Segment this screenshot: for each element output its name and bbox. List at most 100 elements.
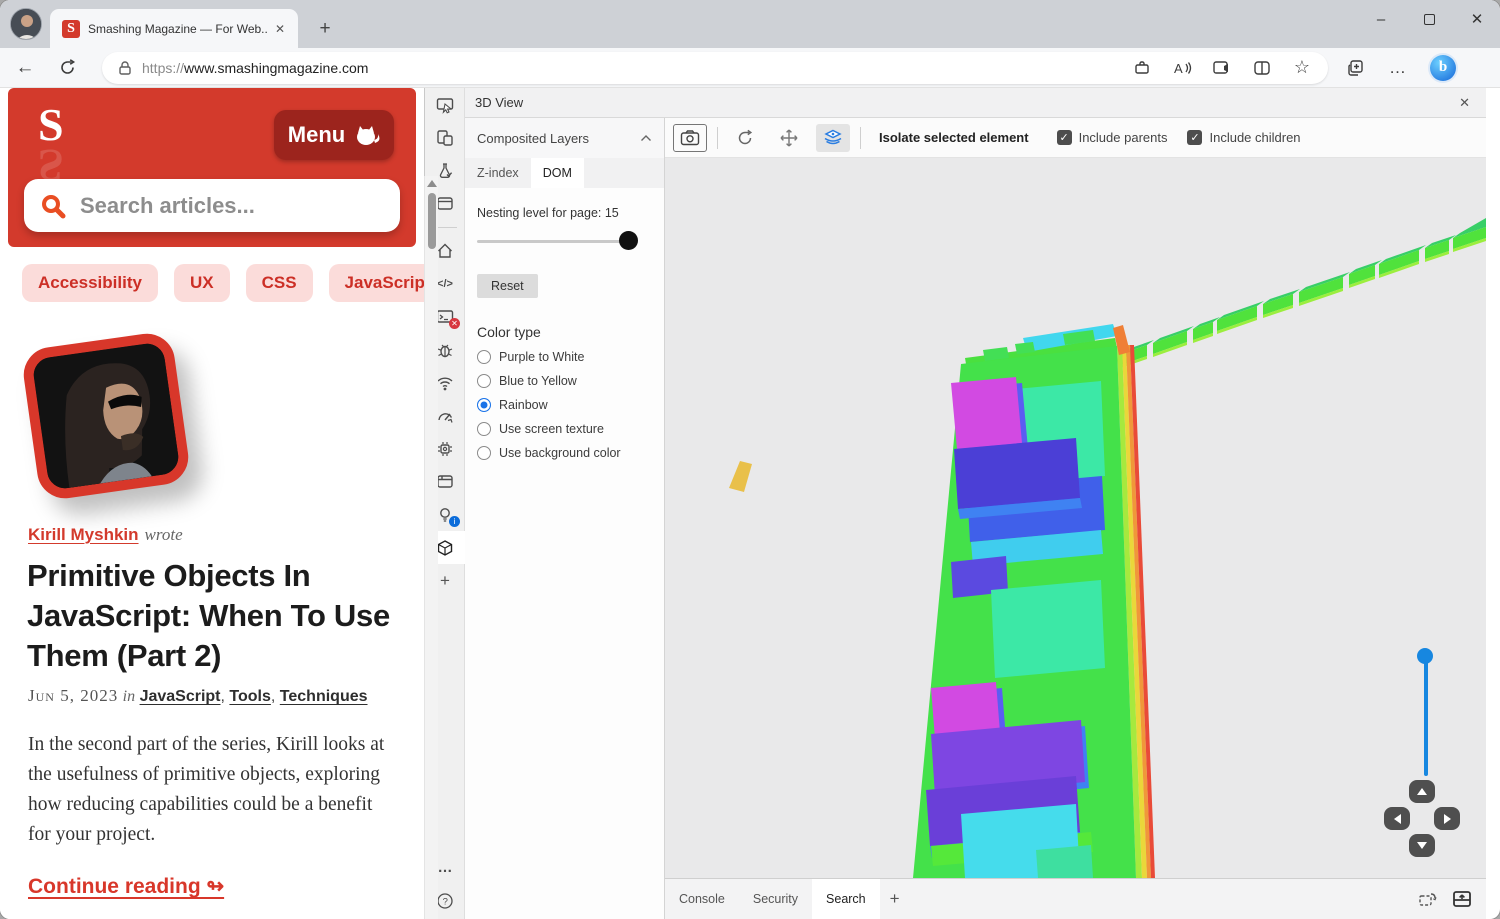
expand-drawer-icon[interactable] (1452, 890, 1472, 908)
tab-z-index[interactable]: Z-index (465, 158, 531, 188)
titlebar: S Smashing Magazine — For Web.. ✕ + – ✕ (0, 0, 1500, 48)
3d-scene[interactable] (665, 158, 1486, 878)
back-button[interactable]: ← (8, 53, 42, 83)
cat-icon (354, 124, 380, 146)
author-link[interactable]: Kirill Myshkin (28, 525, 139, 544)
radio-blue-to-yellow[interactable]: Blue to Yellow (477, 374, 652, 388)
zoom-slider-knob[interactable] (1417, 648, 1433, 664)
drawer-add-tab-icon[interactable]: + (880, 879, 910, 919)
layers-mode-button[interactable] (816, 124, 850, 152)
drawer-tab-security[interactable]: Security (739, 879, 812, 919)
page-scrollbar[interactable] (424, 176, 438, 919)
rotate-down-button[interactable] (1409, 834, 1435, 857)
minimize-button[interactable]: – (1366, 6, 1396, 32)
tag-css[interactable]: CSS (246, 264, 313, 302)
bing-chat-icon[interactable]: b (1430, 55, 1456, 81)
avatar-image (11, 9, 42, 40)
close-window-button[interactable]: ✕ (1462, 6, 1492, 32)
continue-reading-link[interactable]: Continue reading ↬ (28, 874, 224, 899)
radio-use-background-color[interactable]: Use background color (477, 446, 652, 460)
drawer-tab-search[interactable]: Search (812, 879, 880, 919)
devtools: </> ✕ i + … ? 3D View ✕ (424, 88, 1486, 919)
collapse-chevron-icon[interactable] (640, 134, 652, 142)
composited-layers-header[interactable]: Composited Layers (465, 118, 664, 158)
browser-tab[interactable]: S Smashing Magazine — For Web.. ✕ (50, 9, 298, 48)
scroll-thumb[interactable] (428, 193, 436, 249)
include-parents-checkbox[interactable]: ✓ Include parents (1057, 130, 1168, 145)
profile-avatar[interactable] (10, 8, 42, 40)
wrote-label: wrote (145, 525, 183, 544)
search-input[interactable] (80, 193, 384, 219)
radio-icon[interactable] (477, 374, 491, 388)
workspaces-icon[interactable] (1132, 58, 1152, 78)
read-aloud-icon[interactable]: A (1172, 58, 1192, 78)
nesting-slider[interactable] (477, 230, 652, 252)
inspect-tool-icon[interactable] (425, 88, 465, 121)
zoom-slider-track[interactable] (1424, 658, 1428, 776)
settings-more-icon[interactable]: … (1388, 58, 1408, 78)
nav-toolbar: ← https://www.smashingmagazine.com A ☆ …… (0, 48, 1500, 88)
drawer-right-actions (1418, 879, 1486, 919)
refresh-button[interactable] (50, 53, 84, 83)
address-bar[interactable]: https://www.smashingmagazine.com A ☆ (102, 52, 1328, 84)
pan-mode-button[interactable] (772, 124, 806, 152)
author-photo[interactable] (20, 330, 192, 502)
screenshot-button[interactable] (673, 124, 707, 152)
radio-icon[interactable] (477, 422, 491, 436)
category-javascript[interactable]: JavaScript (140, 688, 221, 705)
checkbox-checked-icon[interactable]: ✓ (1057, 130, 1072, 145)
immersive-reader-icon[interactable] (1212, 58, 1232, 78)
radio-icon[interactable] (477, 446, 491, 460)
maximize-button[interactable] (1414, 6, 1444, 32)
category-tools[interactable]: Tools (229, 688, 270, 705)
include-children-checkbox[interactable]: ✓ Include children (1187, 130, 1300, 145)
color-type-label: Color type (477, 324, 652, 340)
favorites-star-icon[interactable]: ☆ (1292, 58, 1312, 78)
article-date: Jun 5, 2023 (28, 686, 118, 705)
maximize-icon (1424, 14, 1435, 25)
panel-close-icon[interactable]: ✕ (1453, 93, 1476, 113)
url-text: https://www.smashingmagazine.com (142, 60, 1132, 76)
tab-dom[interactable]: DOM (531, 158, 584, 188)
tag-ux[interactable]: UX (174, 264, 230, 302)
toolbar-divider (860, 127, 861, 149)
menu-button[interactable]: Menu (274, 110, 394, 160)
radio-use-screen-texture[interactable]: Use screen texture (477, 422, 652, 436)
zoom-slider[interactable] (1416, 650, 1434, 782)
scroll-up-arrow[interactable] (427, 180, 437, 187)
rotate-up-button[interactable] (1409, 780, 1435, 803)
3d-canvas[interactable] (665, 158, 1486, 878)
site-header: S Menu (8, 88, 416, 247)
byline: Kirill Myshkin wrote (28, 525, 183, 545)
chrome-actions: … b (1346, 55, 1456, 81)
new-tab-button[interactable]: + (312, 16, 338, 42)
smashing-logo[interactable]: S (38, 102, 64, 148)
site-search[interactable] (24, 179, 400, 232)
reset-camera-button[interactable] (728, 124, 762, 152)
radio-purple-to-white[interactable]: Purple to White (477, 350, 652, 364)
left-arrow-icon (1394, 814, 1401, 824)
radio-rainbow[interactable]: Rainbow (477, 398, 652, 412)
radio-selected-icon[interactable] (477, 398, 491, 412)
drawer-tab-console[interactable]: Console (665, 879, 739, 919)
device-emulation-icon[interactable] (425, 121, 465, 154)
dom-layer-tower (913, 324, 1155, 878)
reset-button[interactable]: Reset (477, 274, 538, 298)
tab-close-icon[interactable]: ✕ (270, 20, 290, 38)
rotate-left-button[interactable] (1384, 807, 1410, 830)
svg-text:?: ? (443, 896, 448, 907)
split-screen-icon[interactable] (1252, 58, 1272, 78)
floating-layer-fragment (729, 461, 752, 492)
category-techniques[interactable]: Techniques (280, 688, 368, 705)
web-page: S Menu Acce (0, 88, 424, 919)
radio-icon[interactable] (477, 350, 491, 364)
tag-javascript[interactable]: JavaScript (329, 264, 424, 302)
slider-track[interactable] (477, 240, 637, 243)
checkbox-checked-icon[interactable]: ✓ (1187, 130, 1202, 145)
undock-drawer-icon[interactable] (1418, 890, 1438, 908)
collections-icon[interactable] (1346, 58, 1366, 78)
tag-accessibility[interactable]: Accessibility (22, 264, 158, 302)
article-title[interactable]: Primitive Objects In JavaScript: When To… (27, 556, 397, 676)
slider-thumb[interactable] (619, 231, 638, 250)
rotate-right-button[interactable] (1434, 807, 1460, 830)
